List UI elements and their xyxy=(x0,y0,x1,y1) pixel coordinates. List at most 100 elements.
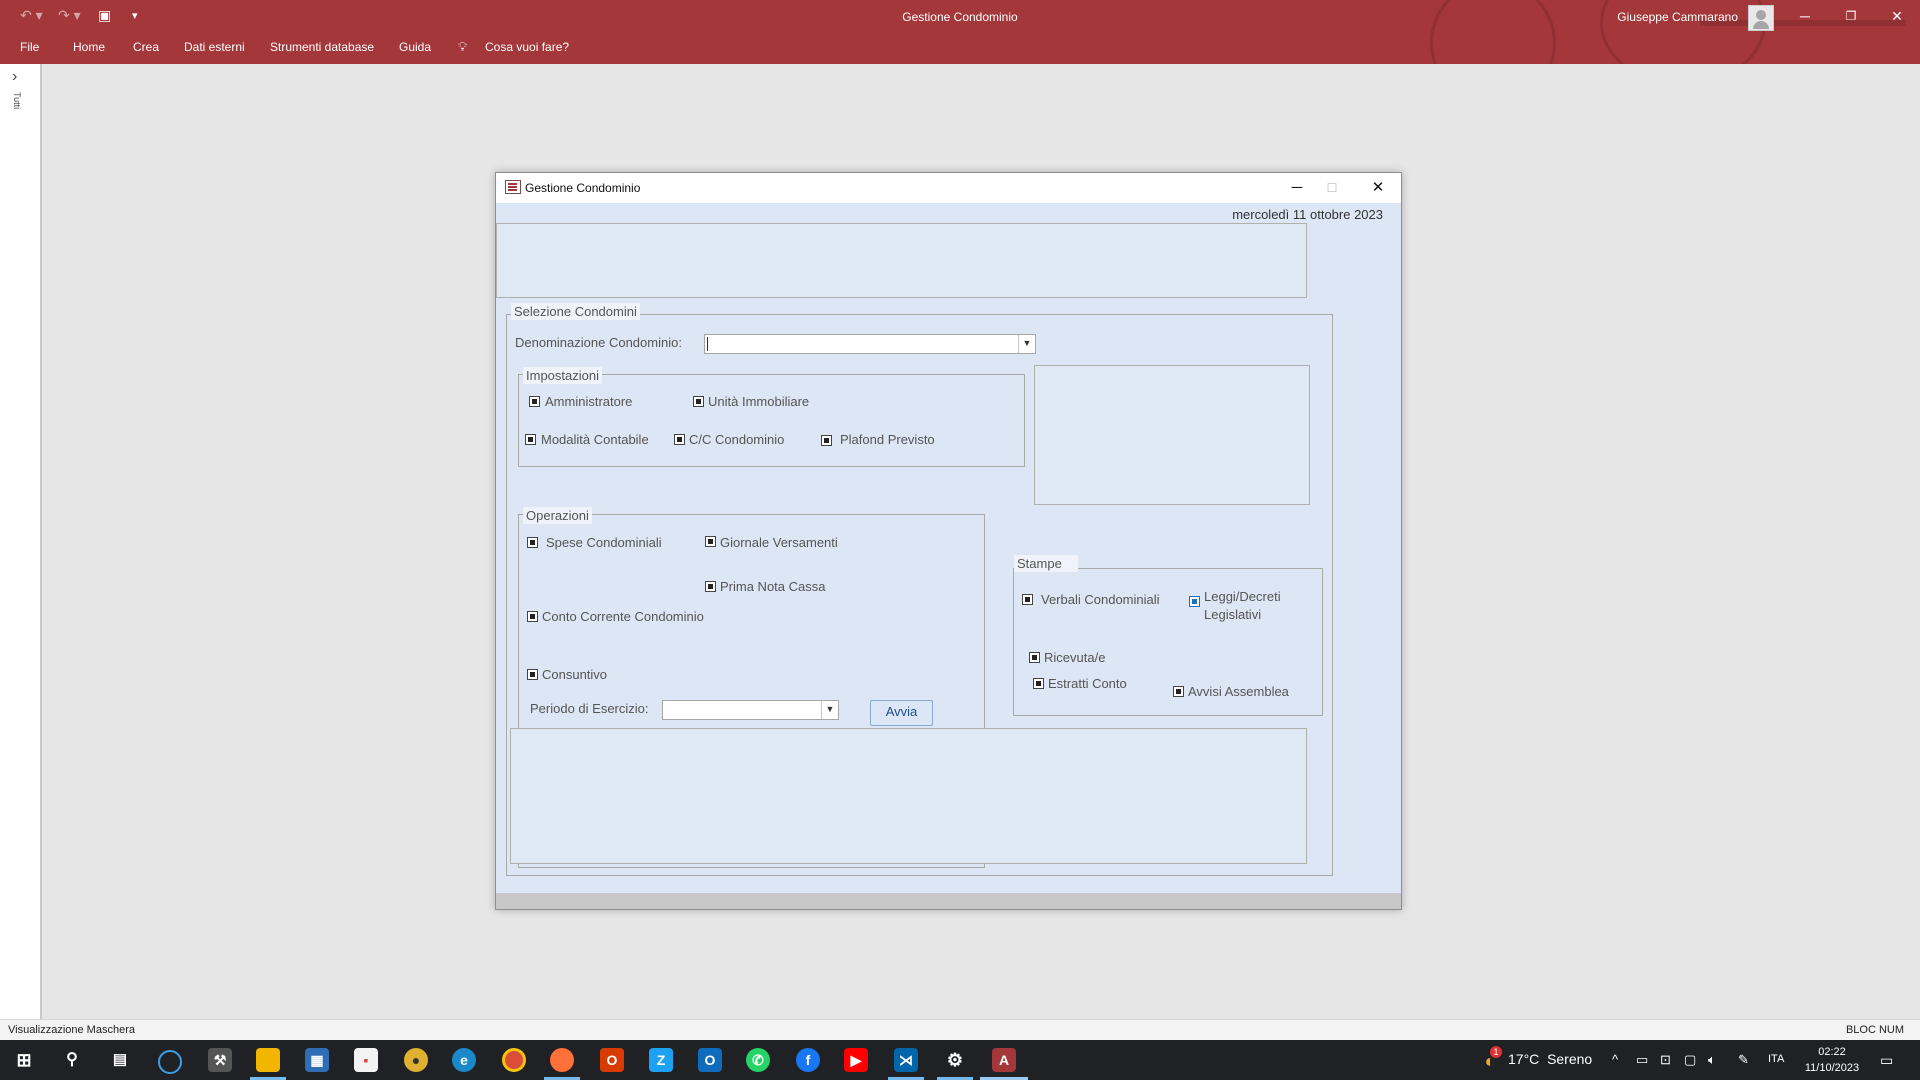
unita-immobiliare-checkbox[interactable] xyxy=(693,396,704,407)
form-maximize-icon[interactable]: ☐ xyxy=(1309,176,1355,200)
impostazioni-group xyxy=(518,374,1025,467)
tab-dati-esterni[interactable]: Dati esterni xyxy=(184,40,245,54)
clock-date: 11/10/2023 xyxy=(1804,1062,1860,1074)
plafond-previsto-checkbox[interactable] xyxy=(821,435,832,446)
app-icon[interactable]: ● xyxy=(404,1048,428,1072)
periodo-label: Periodo di Esercizio: xyxy=(530,701,649,716)
zoom-icon[interactable]: Z xyxy=(649,1048,673,1072)
giornale-versamenti-checkbox[interactable] xyxy=(705,536,716,547)
vscode-icon[interactable]: ⋊ xyxy=(894,1048,918,1072)
leggi-decreti-checkbox[interactable] xyxy=(1189,596,1200,607)
chevron-up-icon[interactable]: ^ xyxy=(1612,1052,1618,1067)
firefox-icon[interactable] xyxy=(550,1048,574,1072)
unita-immobiliare-label[interactable]: Unità Immobiliare xyxy=(708,394,809,409)
plafond-previsto-label[interactable]: Plafond Previsto xyxy=(840,432,935,447)
office-icon[interactable]: O xyxy=(600,1048,624,1072)
spese-condominiali-checkbox[interactable] xyxy=(527,537,538,548)
denominazione-label: Denominazione Condominio: xyxy=(515,335,682,350)
periodo-combo[interactable]: ▼ xyxy=(662,700,839,720)
denominazione-combo[interactable]: ▼ xyxy=(704,334,1036,354)
youtube-icon[interactable]: ▶ xyxy=(844,1048,868,1072)
stampe-legend: Stampe xyxy=(1014,555,1078,572)
cortana-icon[interactable] xyxy=(158,1050,182,1074)
meet-now-icon[interactable]: ▭ xyxy=(1636,1052,1648,1068)
tell-me-search[interactable]: Cosa vuoi fare? xyxy=(485,40,569,54)
weather-text[interactable]: 17°C Sereno xyxy=(1508,1051,1592,1067)
network-icon[interactable]: ⊡ xyxy=(1660,1052,1671,1068)
title-bar: ↶ ▾ ↷ ▾ ▣ ▾ Gestione Condominio Giuseppe… xyxy=(0,0,1920,64)
search-icon[interactable]: ⚲ xyxy=(60,1048,84,1072)
tab-home[interactable]: Home xyxy=(73,40,105,54)
expand-nav-pane-icon[interactable]: › xyxy=(12,68,17,86)
amministratore-checkbox[interactable] xyxy=(529,396,540,407)
consuntivo-label[interactable]: Consuntivo xyxy=(542,667,607,682)
chevron-down-icon[interactable]: ▼ xyxy=(821,701,838,719)
tab-file[interactable]: File xyxy=(20,40,39,54)
lightbulb-icon[interactable]: 💡︎ xyxy=(458,39,467,55)
user-name[interactable]: Giuseppe Cammarano xyxy=(1617,10,1738,24)
verbali-condominiali-label[interactable]: Verbali Condominiali xyxy=(1041,592,1160,607)
conto-corrente-label[interactable]: Conto Corrente Condominio xyxy=(542,609,704,624)
tools-icon[interactable]: ⚒ xyxy=(208,1048,232,1072)
display-icon[interactable]: ▢ xyxy=(1684,1052,1696,1068)
language-indicator[interactable]: ITA xyxy=(1768,1053,1784,1065)
avvia-button[interactable]: Avvia xyxy=(870,700,933,726)
footer-panel xyxy=(510,728,1307,864)
verbali-condominiali-checkbox[interactable] xyxy=(1022,594,1033,605)
weather-temp: 17°C xyxy=(1508,1051,1540,1067)
ricevute-label[interactable]: Ricevuta/e xyxy=(1044,650,1105,665)
cc-condominio-label[interactable]: C/C Condominio xyxy=(689,432,784,447)
estratti-conto-label[interactable]: Estratti Conto xyxy=(1048,676,1127,691)
ricevute-checkbox[interactable] xyxy=(1029,652,1040,663)
tab-crea[interactable]: Crea xyxy=(133,40,159,54)
avatar[interactable] xyxy=(1748,5,1774,31)
edge-icon[interactable]: e xyxy=(452,1048,476,1072)
consuntivo-checkbox[interactable] xyxy=(527,669,538,680)
form-window: Gestione Condominio ─ ☐ ✕ mercoledì 11 o… xyxy=(495,172,1402,910)
form-title-bar[interactable]: Gestione Condominio ─ ☐ ✕ xyxy=(496,173,1401,203)
estratti-conto-checkbox[interactable] xyxy=(1033,678,1044,689)
spese-condominiali-label[interactable]: Spese Condominiali xyxy=(546,535,662,550)
modalita-contabile-checkbox[interactable] xyxy=(525,434,536,445)
form-close-icon[interactable]: ✕ xyxy=(1355,176,1401,200)
store-icon[interactable]: ▦ xyxy=(305,1048,329,1072)
modalita-contabile-label[interactable]: Modalità Contabile xyxy=(541,432,649,447)
cc-condominio-checkbox[interactable] xyxy=(674,434,685,445)
nav-pane-label[interactable]: Tutti xyxy=(12,92,22,109)
pen-icon[interactable]: ✎ xyxy=(1738,1052,1749,1068)
clock[interactable]: 02:22 11/10/2023 xyxy=(1800,1044,1864,1076)
minimize-icon[interactable]: ─ xyxy=(1782,4,1828,28)
avvisi-assemblea-label[interactable]: Avvisi Assemblea xyxy=(1188,684,1289,699)
chrome-icon[interactable] xyxy=(502,1048,526,1072)
prima-nota-cassa-label[interactable]: Prima Nota Cassa xyxy=(720,579,825,594)
whatsapp-icon[interactable]: ✆ xyxy=(746,1048,770,1072)
form-date: mercoledì 11 ottobre 2023 xyxy=(1232,207,1383,222)
form-icon xyxy=(505,180,521,194)
windows-start-icon[interactable]: ⊞ xyxy=(12,1048,36,1072)
settings-gear-icon[interactable]: ⚙ xyxy=(943,1048,967,1072)
tab-guida[interactable]: Guida xyxy=(399,40,431,54)
restore-icon[interactable]: ❐ xyxy=(1828,4,1874,28)
status-bar: Visualizzazione Maschera BLOC NUM xyxy=(0,1019,1920,1040)
action-center-icon[interactable]: ▭ xyxy=(1880,1052,1893,1069)
avvisi-assemblea-checkbox[interactable] xyxy=(1173,686,1184,697)
volume-icon[interactable]: 🔈︎ xyxy=(1708,1052,1716,1068)
impostazioni-legend: Impostazioni xyxy=(523,367,602,384)
file-explorer-icon[interactable] xyxy=(256,1048,280,1072)
calendar-app-icon[interactable]: ▪ xyxy=(354,1048,378,1072)
leggi-decreti-label[interactable]: Leggi/Decreti Legislativi xyxy=(1204,588,1281,624)
giornale-versamenti-label[interactable]: Giornale Versamenti xyxy=(720,535,838,550)
outlook-icon[interactable]: O xyxy=(698,1048,722,1072)
logo-panel xyxy=(1034,365,1310,505)
access-icon[interactable]: A xyxy=(992,1048,1016,1072)
amministratore-label[interactable]: Amministratore xyxy=(545,394,632,409)
tab-strumenti-database[interactable]: Strumenti database xyxy=(270,40,374,54)
facebook-icon[interactable]: f xyxy=(796,1048,820,1072)
task-view-icon[interactable]: ▤ xyxy=(108,1048,132,1072)
prima-nota-cassa-checkbox[interactable] xyxy=(705,581,716,592)
chevron-down-icon[interactable]: ▼ xyxy=(1018,335,1035,353)
conto-corrente-checkbox[interactable] xyxy=(527,611,538,622)
close-icon[interactable]: ✕ xyxy=(1874,4,1920,28)
form-record-bar xyxy=(496,893,1401,909)
status-num-lock: BLOC NUM xyxy=(1845,1024,1904,1036)
